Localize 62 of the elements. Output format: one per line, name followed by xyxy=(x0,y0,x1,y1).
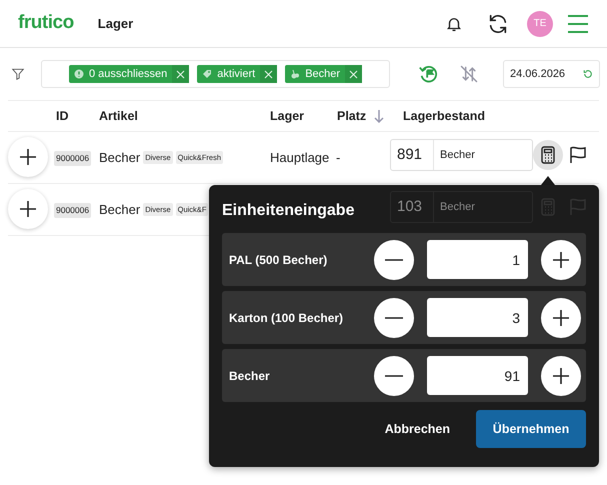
increment-button[interactable] xyxy=(541,356,581,396)
add-button[interactable] xyxy=(8,189,48,229)
filter-icon xyxy=(11,67,25,81)
column-header[interactable]: Platz xyxy=(337,107,384,126)
add-button[interactable] xyxy=(8,137,48,177)
plus-icon xyxy=(552,366,570,384)
calculator-button[interactable] xyxy=(533,140,563,170)
decrement-button[interactable] xyxy=(374,356,414,396)
quantity-input[interactable]: 91 xyxy=(427,356,528,395)
sort-off-icon[interactable] xyxy=(459,64,479,84)
refresh-icon[interactable] xyxy=(487,12,509,34)
chip-label: aktiviert xyxy=(217,66,256,82)
stock-unit: Becher xyxy=(439,200,475,215)
column-header[interactable]: ID xyxy=(56,107,68,126)
minus-icon xyxy=(385,258,403,260)
alert-icon xyxy=(74,69,84,79)
minus-icon xyxy=(385,374,403,376)
quantity-input[interactable]: 3 xyxy=(427,298,528,337)
decrement-button[interactable] xyxy=(374,298,414,338)
unit-label: Karton (100 Becher) xyxy=(229,310,344,326)
id-tag: 9000006 xyxy=(54,151,92,166)
calculator-icon xyxy=(541,146,555,164)
fruit-icon xyxy=(290,69,300,79)
article-name: Becher xyxy=(99,201,140,219)
column-header[interactable]: Lager xyxy=(270,107,304,126)
minus-icon xyxy=(385,316,403,318)
unit-label: PAL (500 Becher) xyxy=(229,252,328,268)
column-header[interactable]: Artikel xyxy=(99,107,138,126)
page-title: Lager xyxy=(98,14,134,33)
plus-icon xyxy=(552,250,570,268)
tag-icon xyxy=(202,69,212,79)
stock-quantity: 891 xyxy=(391,140,434,170)
decrement-button[interactable] xyxy=(374,240,414,280)
unit-label: Becher xyxy=(229,368,271,384)
chip-label: Becher xyxy=(305,66,342,82)
increment-button[interactable] xyxy=(541,240,581,280)
close-icon[interactable] xyxy=(172,65,190,83)
reset-flag-icon[interactable] xyxy=(418,63,440,85)
plus-icon xyxy=(19,200,37,218)
reset-icon xyxy=(583,69,593,79)
id-tag: 9000006 xyxy=(54,203,92,218)
lager-cell-text: Hauptlage xyxy=(270,149,330,167)
plus-icon xyxy=(552,308,570,326)
confirm-button[interactable]: Übernehmen xyxy=(476,410,586,448)
stock-field[interactable]: 891 Becher xyxy=(390,139,533,171)
close-icon[interactable] xyxy=(260,65,278,83)
menu-icon[interactable] xyxy=(567,14,589,34)
flag-icon[interactable] xyxy=(569,146,587,164)
column-header[interactable]: Lagerbestand xyxy=(403,107,485,126)
popover-title: Einheiteneingabe xyxy=(222,201,354,219)
article-name: Becher xyxy=(99,149,140,167)
date-value: 24.06.2026 xyxy=(510,66,566,82)
chip-label: 0 ausschliessen xyxy=(89,66,168,82)
increment-button[interactable] xyxy=(541,298,581,338)
close-icon[interactable] xyxy=(345,65,362,83)
quantity-input[interactable]: 1 xyxy=(427,240,528,279)
plus-icon xyxy=(19,148,37,166)
sort-down-icon xyxy=(374,109,384,124)
date-field[interactable]: 24.06.2026 xyxy=(503,60,600,88)
cancel-button[interactable]: Abbrechen xyxy=(372,410,462,448)
stock-unit: Becher xyxy=(439,148,475,163)
platz-cell-text: - xyxy=(336,149,340,167)
